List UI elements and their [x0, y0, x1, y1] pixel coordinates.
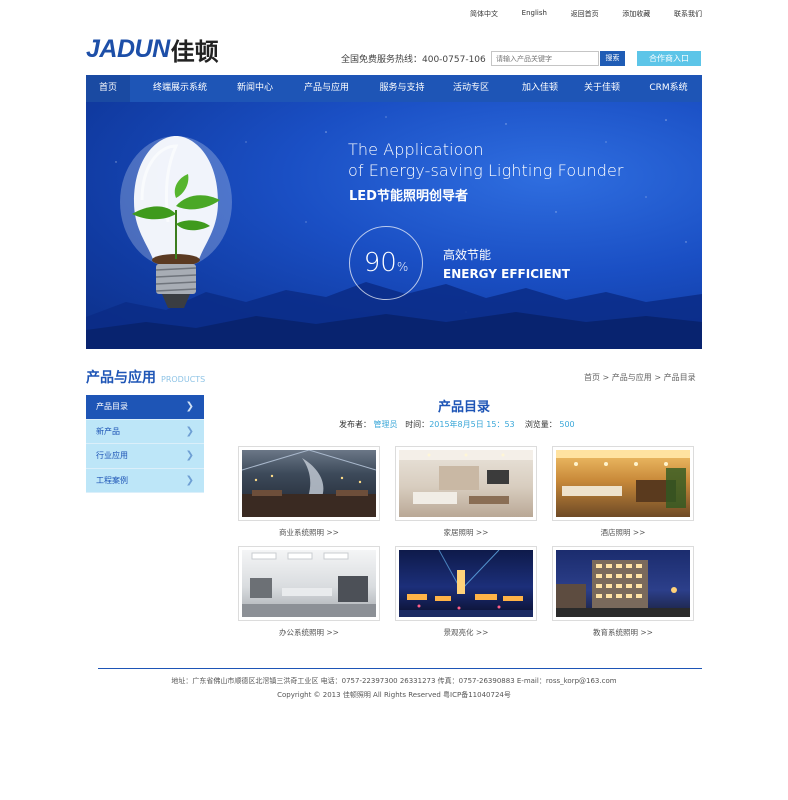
efficiency-en: ENERGY EFFICIENT: [443, 267, 570, 281]
chevron-right-icon: ❯: [185, 401, 194, 412]
nav-about[interactable]: 关于佳顿: [569, 75, 635, 102]
product-image[interactable]: [238, 546, 380, 621]
product-caption[interactable]: 酒店照明 >>: [552, 527, 694, 538]
hero-banner[interactable]: The Applicatioon of Energy-saving Lighti…: [86, 102, 702, 349]
sidebar-item-cases[interactable]: 工程案例 ❯: [86, 468, 204, 493]
nav-news[interactable]: 新闻中心: [230, 75, 280, 102]
article-meta: 发布者： 管理员 时间：2015年8月5日 15：53 浏览量： 500: [339, 419, 575, 430]
views-value: 500: [559, 420, 575, 429]
sidebar-item-label: 产品目录: [96, 402, 128, 411]
top-link-favorite[interactable]: 添加收藏: [622, 9, 650, 21]
product-image[interactable]: [395, 446, 537, 521]
hotline: 全国免费服务热线：400-0757-106: [341, 55, 486, 65]
chevron-right-icon: ❯: [185, 474, 194, 486]
efficiency-cn: 高效节能: [443, 248, 492, 262]
nav-service[interactable]: 服务与支持: [373, 75, 431, 102]
search-button[interactable]: 搜索: [600, 51, 625, 66]
time-value: 2015年8月5日 15：53: [429, 420, 515, 429]
banner-title-line2: of Energy-saving Lighting Founder: [348, 161, 624, 180]
breadcrumb[interactable]: 首页 > 产品与应用 > 产品目录: [584, 372, 696, 383]
product-caption[interactable]: 景观亮化 >>: [395, 627, 537, 638]
product-card[interactable]: 教育系统照明 >>: [552, 546, 694, 638]
search-input[interactable]: [491, 51, 599, 66]
chevron-right-icon: ❯: [185, 425, 194, 437]
product-card[interactable]: 商业系统照明 >>: [238, 446, 380, 538]
top-link-home[interactable]: 返回首页: [571, 9, 599, 21]
banner-subtitle: LED节能照明创导者: [349, 189, 468, 204]
partner-entry-button[interactable]: 合作商入口: [637, 51, 701, 66]
logo-latin: JADUN: [86, 34, 170, 63]
percent-unit: %: [396, 260, 409, 274]
content-title: 产品目录: [437, 400, 490, 415]
publisher-value: 管理员: [373, 420, 398, 429]
publisher-label: 发布者：: [339, 420, 371, 429]
product-image[interactable]: [395, 546, 537, 621]
section-title: 产品与应用 PRODUCTS: [86, 367, 205, 387]
product-card[interactable]: 酒店照明 >>: [552, 446, 694, 538]
top-link-contact[interactable]: 联系我们: [674, 9, 702, 21]
sidebar: 产品目录 ❯ 新产品 ❯ 行业应用 ❯ 工程案例 ❯: [86, 395, 204, 493]
product-caption[interactable]: 教育系统照明 >>: [552, 627, 694, 638]
product-caption[interactable]: 办公系统照明 >>: [238, 627, 380, 638]
sidebar-item-label: 行业应用: [96, 451, 128, 460]
section-title-cn: 产品与应用: [86, 370, 156, 386]
time-label: 时间：: [405, 420, 430, 429]
section-title-en: PRODUCTS: [161, 375, 206, 384]
lightbulb-icon: [120, 136, 232, 308]
product-card[interactable]: 景观亮化 >>: [395, 546, 537, 638]
product-card[interactable]: 家居照明 >>: [395, 446, 537, 538]
product-card[interactable]: 办公系统照明 >>: [238, 546, 380, 638]
percent-value: 90%: [349, 226, 423, 300]
sidebar-item-industry[interactable]: 行业应用 ❯: [86, 444, 204, 469]
percent-number: 90: [363, 248, 397, 278]
product-caption[interactable]: 商业系统照明 >>: [238, 527, 380, 538]
nav-crm[interactable]: CRM系统: [635, 75, 702, 102]
product-image[interactable]: [238, 446, 380, 521]
banner-title-line1: The Applicatioon: [348, 140, 484, 159]
footer-contact: 地址：广东省佛山市顺德区北滘镇三洪奇工业区 电话：0757-22397300 2…: [171, 677, 617, 685]
product-caption[interactable]: 家居照明 >>: [395, 527, 537, 538]
sidebar-item-new-products[interactable]: 新产品 ❯: [86, 419, 204, 444]
nav-join[interactable]: 加入佳顿: [511, 75, 569, 102]
main-nav: 首页 终端展示系统 新闻中心 产品与应用 服务与支持 活动专区 加入佳顿 关于佳…: [86, 75, 702, 102]
nav-terminal-display[interactable]: 终端展示系统: [130, 75, 230, 102]
sidebar-item-label: 新产品: [96, 426, 120, 436]
chevron-right-icon: ❯: [185, 450, 194, 461]
logo-cn: 佳顿: [170, 37, 219, 66]
footer-copyright: Copyright © 2013 佳顿照明 All Rights Reserve…: [277, 691, 511, 699]
product-image[interactable]: [552, 446, 694, 521]
top-links: 简体中文 English 返回首页 添加收藏 联系我们: [470, 9, 702, 21]
product-grid: 商业系统照明 >> 家居照明 >> 酒店照明 >> 办公系统照明 >> 景观亮化…: [238, 446, 696, 638]
top-link-english[interactable]: English: [522, 9, 547, 21]
logo[interactable]: JADUN 佳顿: [86, 34, 219, 66]
product-image[interactable]: [552, 546, 694, 621]
footer-divider: [98, 668, 702, 669]
sidebar-item-label: 工程案例: [96, 475, 128, 485]
nav-events[interactable]: 活动专区: [431, 75, 511, 102]
nav-products[interactable]: 产品与应用: [280, 75, 373, 102]
sidebar-item-catalog[interactable]: 产品目录 ❯: [86, 395, 204, 420]
views-label: 浏览量：: [524, 420, 557, 429]
nav-home[interactable]: 首页: [86, 75, 130, 102]
top-link-chinese[interactable]: 简体中文: [470, 9, 498, 21]
